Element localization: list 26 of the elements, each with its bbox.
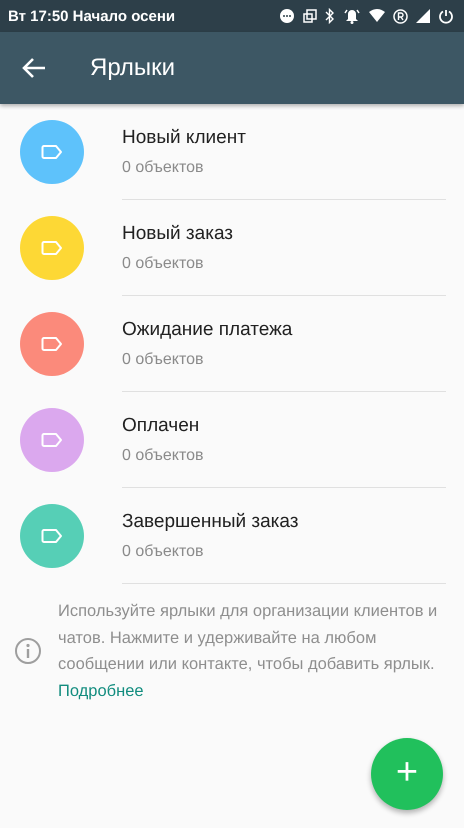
chat-icon — [279, 8, 295, 24]
object-count: 0 объектов — [122, 350, 204, 368]
wifi-icon — [369, 9, 385, 23]
tag-icon — [41, 432, 63, 448]
info-icon — [14, 637, 42, 665]
tag-icon — [41, 144, 63, 160]
alarm-icon — [343, 8, 361, 24]
label-name[interactable]: Новый клиент — [122, 126, 446, 148]
tag-icon — [41, 240, 63, 256]
bluetooth-icon — [325, 8, 335, 24]
label-name[interactable]: Оплачен — [122, 414, 446, 436]
object-count: 0 объектов — [122, 254, 204, 272]
object-count: 0 объектов — [122, 446, 204, 464]
object-count: 0 объектов — [122, 542, 204, 560]
label-name[interactable]: Ожидание платежа — [122, 318, 446, 340]
signal-icon — [416, 9, 430, 23]
label-name[interactable]: Новый заказ — [122, 222, 446, 244]
info-text: Используйте ярлыки для организации клиентов и чатов. Нажмите и удерживайте на любом сообщении или контакте, чтобы добавить ярлык. Подробнее — [58, 601, 438, 702]
screen-title: Ярлыки — [90, 54, 176, 82]
label-name[interactable]: Завершенный заказ — [122, 510, 446, 532]
object-count: 0 объектов — [122, 158, 204, 176]
more-link[interactable]: Подробнее — [58, 682, 144, 700]
status-text: Вт 17:50 Начало осени — [8, 8, 176, 24]
tag-icon — [41, 528, 63, 544]
tag-icon — [41, 336, 63, 352]
copy-icon — [303, 9, 317, 23]
